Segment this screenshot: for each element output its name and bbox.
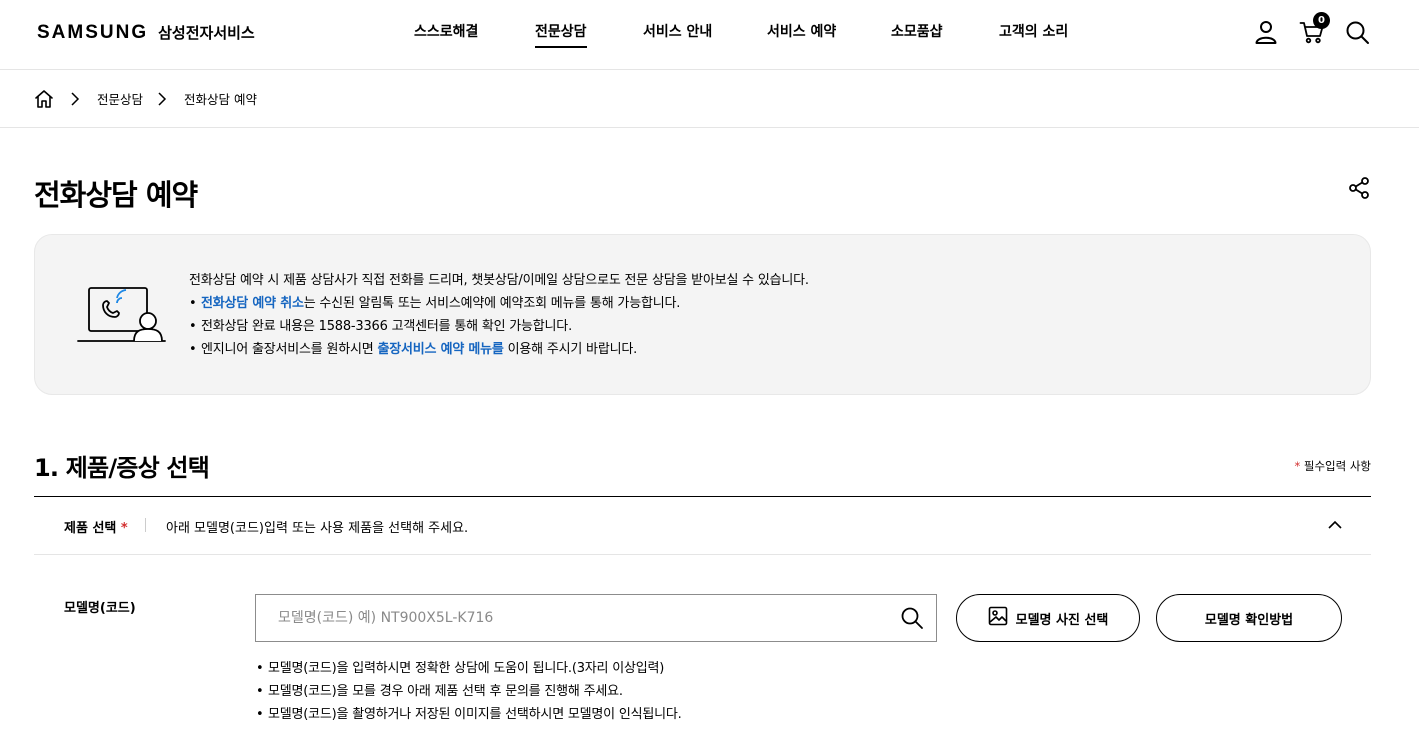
required-star: * xyxy=(1294,459,1301,473)
site-header: SAMSUNG 삼성전자서비스 스스로해결 전문상담 서비스 안내 서비스 예약… xyxy=(0,0,1419,70)
info-bullet-onsite: • 엔지니어 출장서비스를 원하시면 출장서비스 예약 메뉴를 이용해 주시기 바… xyxy=(189,342,638,357)
cart-icon[interactable]: 0 xyxy=(1299,12,1330,47)
cart-count-badge: 0 xyxy=(1313,12,1330,29)
info-intro: 전화상담 예약 시 제품 상담사가 직접 전화를 드리며, 챗봇상담/이메일 상… xyxy=(189,273,809,288)
breadcrumb: 전문상담 전화상담 예약 xyxy=(0,70,1419,128)
search-icon[interactable] xyxy=(1345,20,1371,48)
chevron-right-icon xyxy=(157,91,167,106)
section-title-product-symptom: 1. 제품/증상 선택 xyxy=(34,454,210,482)
breadcrumb-item-phone-reservation[interactable]: 전화상담 예약 xyxy=(184,89,257,108)
user-icon[interactable] xyxy=(1253,19,1279,47)
page-title: 전화상담 예약 xyxy=(34,178,198,212)
select-model-photo-button[interactable]: 모델명 사진 선택 xyxy=(956,594,1140,642)
required-note-text: 필수입력 사항 xyxy=(1303,459,1371,473)
tip-text: 모델명(코드)을 촬영하거나 저장된 이미지를 선택하시면 모델명이 인식됩니다… xyxy=(268,707,682,722)
model-code-input[interactable] xyxy=(256,595,886,641)
nav-item-self-help[interactable]: 스스로해결 xyxy=(414,21,478,46)
info-bullet-cancel-text: 는 수신된 알림톡 또는 서비스예약에 예약조회 메뉴를 통해 가능합니다. xyxy=(303,296,681,311)
nav-item-customer-voice[interactable]: 고객의 소리 xyxy=(999,21,1068,46)
info-notice-text: 전화상담 예약 시 제품 상담사가 직접 전화를 드리며, 챗봇상담/이메일 상… xyxy=(189,269,809,361)
nav-item-service-guide[interactable]: 서비스 안내 xyxy=(643,21,712,46)
search-icon[interactable] xyxy=(900,606,924,630)
list-item: • 모델명(코드)을 입력하시면 정확한 상담에 도움이 됩니다.(3자리 이상입… xyxy=(256,661,665,676)
product-select-description: 아래 모델명(코드)입력 또는 사용 제품을 선택해 주세요. xyxy=(166,521,469,536)
model-code-input-box xyxy=(255,594,937,642)
nav-item-expert-consult[interactable]: 전문상담 xyxy=(535,21,587,48)
required-star: * xyxy=(120,521,128,536)
product-select-label: 제품 선택 * xyxy=(64,517,128,536)
list-item: • 모델명(코드)을 모를 경우 아래 제품 선택 후 문의를 진행해 주세요. xyxy=(256,684,623,699)
tip-text: 모델명(코드)을 입력하시면 정확한 상담에 도움이 됩니다.(3자리 이상입력… xyxy=(268,661,665,676)
phone-consult-illustration-icon xyxy=(77,281,169,347)
info-bullet-onsite-text-end: 이용해 주시기 바랍니다. xyxy=(503,342,638,357)
image-icon xyxy=(988,606,1008,630)
list-item: • 모델명(코드)을 촬영하거나 저장된 이미지를 선택하시면 모델명이 인식됩니… xyxy=(256,707,682,722)
model-code-label: 모델명(코드) xyxy=(64,601,136,616)
info-bullet-completed-text: 전화상담 완료 내용은 1588-3366 고객센터를 통해 확인 가능합니다. xyxy=(201,319,572,334)
breadcrumb-item-expert-consult[interactable]: 전문상담 xyxy=(97,89,143,108)
model-input-tips: • 모델명(코드)을 입력하시면 정확한 상담에 도움이 됩니다.(3자리 이상입… xyxy=(256,657,682,726)
info-bullet-completed: • 전화상담 완료 내용은 1588-3366 고객센터를 통해 확인 가능합니다… xyxy=(189,319,572,334)
cancel-reservation-link[interactable]: 전화상담 예약 취소 xyxy=(201,296,304,311)
nav-item-supplies-shop[interactable]: 소모품샵 xyxy=(891,21,943,46)
model-check-guide-label: 모델명 확인방법 xyxy=(1204,612,1294,628)
info-bullet-onsite-text: 엔지니어 출장서비스를 원하시면 xyxy=(201,342,378,357)
required-field-note: * 필수입력 사항 xyxy=(1294,458,1371,474)
share-icon[interactable] xyxy=(1347,176,1371,200)
onsite-service-reservation-link[interactable]: 출장서비스 예약 메뉴를 xyxy=(377,342,503,357)
product-select-accordion[interactable]: 제품 선택 * 아래 모델명(코드)입력 또는 사용 제품을 선택해 주세요. xyxy=(34,497,1371,555)
info-bullet-cancel: • 전화상담 예약 취소는 수신된 알림톡 또는 서비스예약에 예약조회 메뉴를 … xyxy=(189,296,681,311)
model-check-guide-button[interactable]: 모델명 확인방법 xyxy=(1156,594,1342,642)
chevron-up-icon[interactable] xyxy=(1327,517,1343,533)
home-icon[interactable] xyxy=(34,89,54,109)
nav-item-service-reservation[interactable]: 서비스 예약 xyxy=(767,21,836,46)
main-navigation: 스스로해결 전문상담 서비스 안내 서비스 예약 소모품샵 고객의 소리 xyxy=(0,21,1419,51)
label-divider xyxy=(145,518,146,532)
info-notice-box: 전화상담 예약 시 제품 상담사가 직접 전화를 드리며, 챗봇상담/이메일 상… xyxy=(34,234,1371,395)
select-model-photo-label: 모델명 사진 선택 xyxy=(1015,612,1109,628)
product-select-label-text: 제품 선택 xyxy=(64,521,117,536)
tip-text: 모델명(코드)을 모를 경우 아래 제품 선택 후 문의를 진행해 주세요. xyxy=(268,684,623,699)
chevron-right-icon xyxy=(70,91,80,106)
